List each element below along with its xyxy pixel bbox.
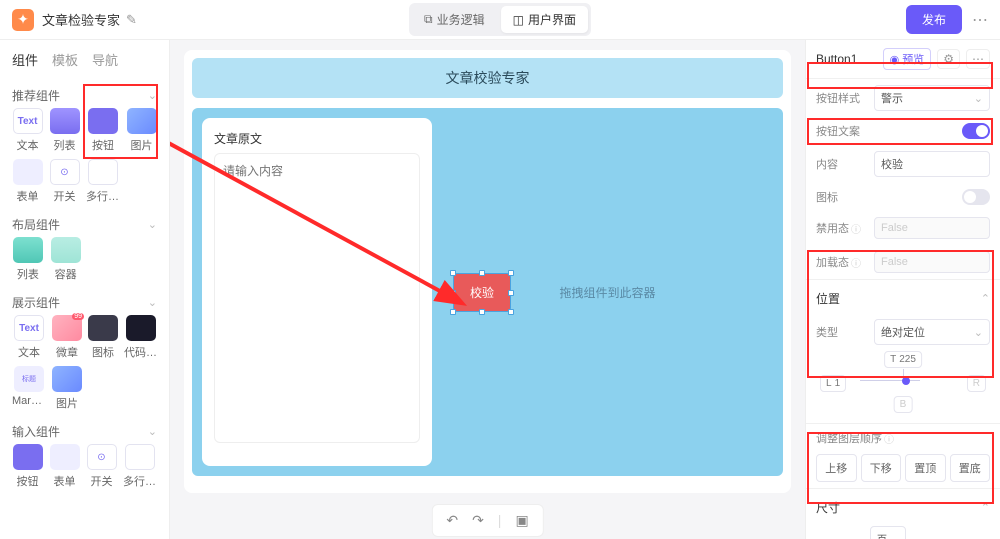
left-panel: 组件 模板 导航 推荐组件 ⌄ Text文本 列表 按钮 图片 表单 ⊙开关 多行… (0, 40, 170, 539)
sec-layout: 布局组件 (12, 216, 60, 233)
chevron-down-icon[interactable]: ⌄ (148, 425, 157, 438)
zorder-down[interactable]: 下移 (861, 454, 902, 482)
comp-image2[interactable]: 图片 (52, 366, 82, 411)
content-label: 内容 (816, 156, 866, 172)
disabled-label: 禁用态ⓘ (816, 220, 866, 236)
chevron-down-icon[interactable]: ⌄ (148, 296, 157, 309)
loading-label: 加载态ⓘ (816, 254, 866, 270)
chevron-down-icon[interactable]: ⌄ (148, 218, 157, 231)
collapse-icon[interactable]: ⌃ (981, 292, 990, 305)
chevron-down-icon[interactable]: ⌄ (148, 89, 157, 102)
top-bar: ✦ 文章检验专家 ✎ ⧉业务逻辑 ◫用户界面 发布 ⋯ (0, 0, 1000, 40)
comp-form2[interactable]: 表单 (49, 444, 80, 489)
comp-multiline2[interactable]: 多行输... (123, 444, 157, 489)
mode-tabs: ⧉业务逻辑 ◫用户界面 (409, 3, 591, 36)
pos-right-input[interactable]: R (967, 375, 986, 392)
zorder-top[interactable]: 置顶 (905, 454, 946, 482)
pos-left-input[interactable]: L1 (820, 375, 846, 392)
comp-list[interactable]: 列表 (49, 108, 80, 153)
comp-container[interactable]: 容器 (50, 237, 82, 282)
publish-button[interactable]: 发布 (906, 5, 962, 34)
position-title: 位置 (816, 290, 840, 307)
style-label: 按钮样式 (816, 90, 866, 106)
canvas[interactable]: 文章校验专家 文章原文 拖拽组件到此容器 校验 (184, 50, 791, 493)
right-panel: Button1 ◉预览 ⚙ ⋯ 按钮样式 警示⌄ 按钮文案 内容 校验 图标 禁… (805, 40, 1000, 539)
pos-bottom-input[interactable]: B (894, 396, 913, 413)
size-title: 尺寸 (816, 499, 840, 516)
comp-button[interactable]: 按钮 (86, 108, 120, 153)
article-card[interactable]: 文章原文 (202, 118, 432, 466)
pos-top-input[interactable]: T225 (884, 351, 922, 368)
zorder-label: 调整图层顺序ⓘ (816, 430, 894, 446)
zorder-bottom[interactable]: 置底 (950, 454, 991, 482)
comp-badge[interactable]: 微章 (52, 315, 82, 360)
preview-toggle-icon[interactable]: ▣ (515, 512, 528, 529)
comp-code[interactable]: 代码展... (124, 315, 158, 360)
lp-tab-templates[interactable]: 模板 (52, 50, 78, 69)
loading-input[interactable]: False (874, 251, 990, 273)
comp-text2[interactable]: Text文本 (12, 315, 46, 360)
app-logo-icon: ✦ (12, 9, 34, 31)
redo-icon[interactable]: ↷ (472, 512, 484, 529)
sec-display: 展示组件 (12, 294, 60, 311)
width-mode[interactable]: 百分比⌄ (870, 526, 906, 539)
style-select[interactable]: 警示⌄ (874, 85, 990, 111)
validate-button[interactable]: 校验 (453, 273, 511, 312)
comp-switch[interactable]: ⊙开关 (49, 159, 80, 204)
comp-markdown[interactable]: 标题Markd... (12, 366, 46, 411)
card-title: 文章原文 (214, 130, 420, 147)
comp-switch2[interactable]: ⊙开关 (86, 444, 117, 489)
comp-form[interactable]: 表单 (12, 159, 43, 204)
preview-button[interactable]: ◉预览 (883, 48, 932, 70)
comp-text[interactable]: Text文本 (12, 108, 43, 153)
tab-ui[interactable]: ◫用户界面 (501, 6, 588, 33)
pos-type-label: 类型 (816, 324, 866, 340)
more-menu-icon[interactable]: ⋯ (972, 10, 988, 30)
comp-image[interactable]: 图片 (126, 108, 157, 153)
disabled-input[interactable]: False (874, 217, 990, 239)
comp-icon[interactable]: 图标 (88, 315, 118, 360)
lp-tab-nav[interactable]: 导航 (92, 50, 118, 69)
position-editor[interactable]: T225 L1 R B (820, 351, 986, 413)
tab-logic[interactable]: ⧉业务逻辑 (412, 6, 497, 33)
drop-hint: 拖拽组件到此容器 (559, 284, 655, 301)
sec-recommended: 推荐组件 (12, 87, 60, 104)
icon-toggle[interactable] (962, 189, 990, 205)
content-input[interactable]: 校验 (874, 151, 990, 177)
drop-zone[interactable]: 拖拽组件到此容器 校验 (442, 118, 773, 466)
icon-label: 图标 (816, 189, 866, 205)
settings-icon[interactable]: ⚙ (937, 49, 960, 69)
article-textarea[interactable] (214, 153, 420, 443)
selected-element-title: Button1 (816, 52, 883, 66)
left-tabs: 组件 模板 导航 (0, 40, 169, 77)
page-header[interactable]: 文章校验专家 (192, 58, 783, 98)
text-toggle[interactable] (962, 123, 990, 139)
canvas-area: 文章校验专家 文章原文 拖拽组件到此容器 校验 ↶ (170, 40, 805, 539)
edit-title-icon[interactable]: ✎ (126, 12, 137, 28)
canvas-toolbar: ↶ ↷ | ▣ (431, 504, 543, 537)
page-body[interactable]: 文章原文 拖拽组件到此容器 校验 (192, 108, 783, 476)
collapse-icon[interactable]: ⌃ (981, 501, 990, 514)
sec-input: 输入组件 (12, 423, 60, 440)
lp-tab-components[interactable]: 组件 (12, 50, 38, 69)
zorder-up[interactable]: 上移 (816, 454, 857, 482)
pos-type-select[interactable]: 绝对定位⌄ (874, 319, 990, 345)
comp-multiline[interactable]: 多行输... (86, 159, 120, 204)
app-title: 文章检验专家 (42, 10, 120, 29)
undo-icon[interactable]: ↶ (446, 512, 458, 529)
comp-list2[interactable]: 列表 (12, 237, 44, 282)
ellipsis-icon[interactable]: ⋯ (966, 49, 990, 69)
comp-button2[interactable]: 按钮 (12, 444, 43, 489)
text-toggle-label: 按钮文案 (816, 123, 866, 139)
